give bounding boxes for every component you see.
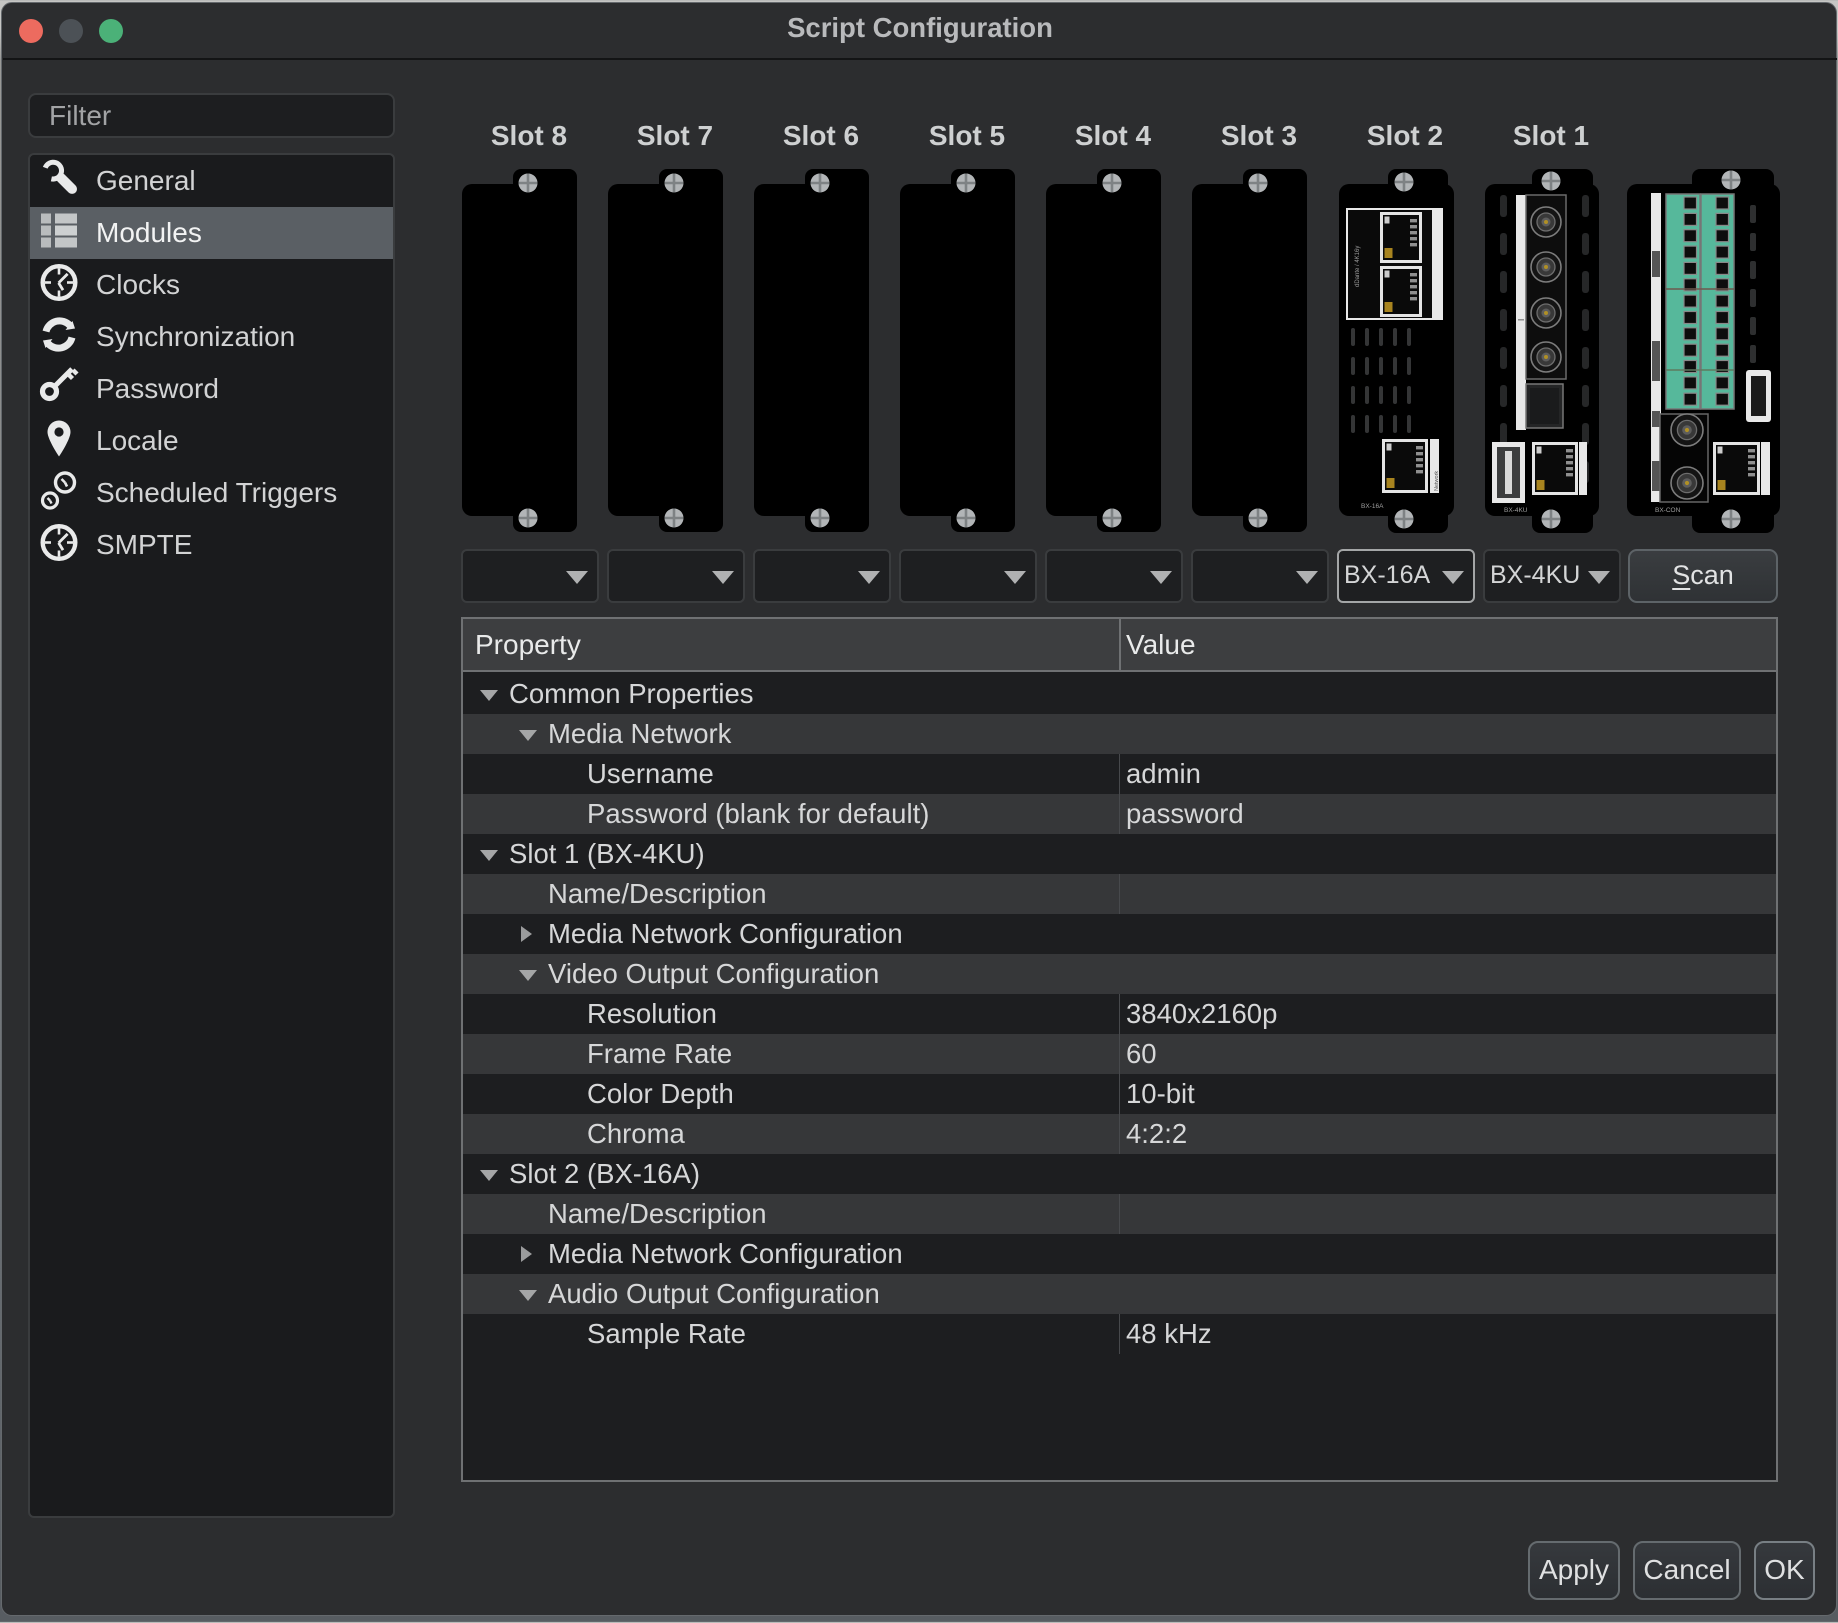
svg-text:I: I: [1517, 319, 1526, 321]
svg-text:BX-CON: BX-CON: [1655, 507, 1681, 514]
svg-text:dDante / 4K16y: dDante / 4K16y: [1355, 246, 1361, 287]
svg-text:BX-16A: BX-16A: [1361, 503, 1384, 510]
svg-text:Network: Network: [1434, 471, 1440, 491]
svg-text:BX-4KU: BX-4KU: [1504, 507, 1528, 514]
